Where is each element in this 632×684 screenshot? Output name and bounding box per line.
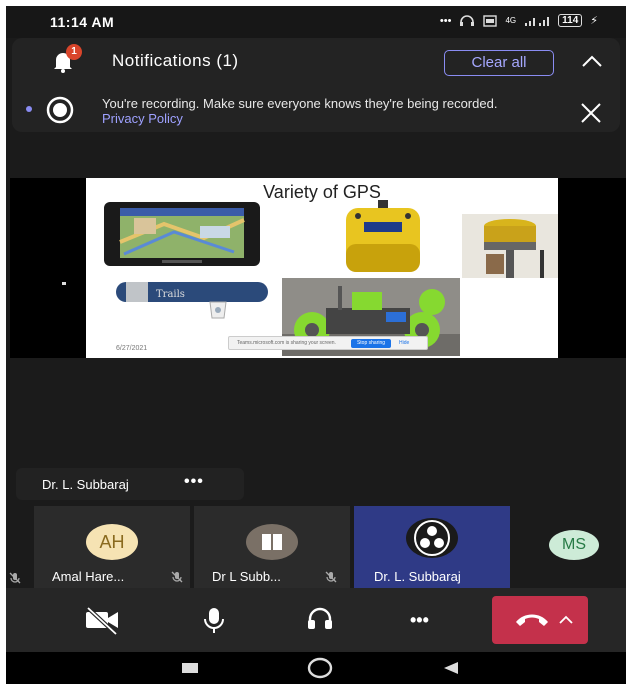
recording-icon — [46, 96, 74, 124]
speaker-icon[interactable] — [304, 604, 336, 636]
avatar: AH — [86, 524, 138, 560]
close-icon[interactable] — [578, 100, 604, 126]
teams-call-screen: 11:14 AM ••• 4G 114 ⚡ 1 Notifications (1… — [6, 6, 626, 684]
notification-badge: 1 — [66, 44, 82, 60]
participant-strip: AH Amal Hare... Dr L Subb... Dr. L. Subb… — [6, 506, 626, 588]
headphones-icon — [460, 14, 475, 26]
participant-name: Amal Hare... — [52, 569, 125, 584]
notifications-title: Notifications (1) — [112, 51, 239, 70]
avatar: MS — [549, 530, 599, 560]
participant-name: Dr. L. Subbaraj — [374, 569, 461, 584]
participant-tile[interactable]: Dr L Subb... — [194, 506, 350, 588]
battery-icon: 114 — [558, 14, 583, 27]
mic-off-icon — [171, 571, 183, 583]
more-options-icon[interactable]: ••• — [184, 473, 204, 491]
share-notice: Teams.microsoft.com is sharing your scre… — [237, 340, 336, 346]
dots-icon: ••• — [439, 14, 452, 27]
more-options-icon[interactable]: ••• — [410, 604, 429, 636]
presenter-label[interactable]: Dr. L. Subbaraj ••• — [16, 468, 244, 500]
notifications-header: 1 Notifications (1) Clear all — [12, 38, 620, 82]
volte-icon — [483, 14, 498, 27]
presentation-slide: Variety of GPS Trails Teams.microsoft.co… — [86, 178, 558, 358]
microphone-icon[interactable] — [198, 604, 230, 636]
chevron-up-icon[interactable] — [580, 53, 604, 69]
status-bar: 11:14 AM ••• 4G 114 ⚡ — [6, 6, 626, 38]
back-button-icon[interactable] — [440, 660, 462, 676]
screen-share-bar: Teams.microsoft.com is sharing your scre… — [228, 336, 428, 350]
stop-sharing-button[interactable]: Stop sharing — [351, 339, 391, 348]
phone-hangup-icon — [516, 614, 548, 626]
slide-date: 6/27/2021 — [116, 345, 148, 352]
recording-message: You're recording. Make sure everyone kno… — [102, 96, 498, 111]
network-type: 4G — [505, 16, 517, 25]
avatar — [246, 524, 298, 560]
unread-indicator — [26, 106, 32, 112]
obs-logo-icon — [414, 520, 450, 556]
avatar — [406, 518, 458, 558]
car-gps-image — [104, 202, 260, 266]
recents-button-icon[interactable] — [180, 661, 200, 675]
svg-text:Trails: Trails — [156, 289, 185, 300]
participant-tile-active-speaker[interactable]: Dr. L. Subbaraj — [354, 506, 510, 588]
signal-icon — [525, 16, 550, 26]
call-controls: ••• — [6, 588, 626, 652]
participant-tile[interactable]: MS — [514, 506, 626, 588]
avatar-photo — [262, 534, 282, 550]
chevron-up-icon[interactable] — [558, 614, 574, 626]
slide-title: Variety of GPS — [263, 182, 381, 202]
hide-button[interactable]: Hide — [399, 340, 409, 346]
avatar-initials: MS — [562, 536, 586, 553]
mic-off-icon — [325, 571, 337, 583]
clear-all-button[interactable]: Clear all — [444, 50, 554, 76]
charging-icon: ⚡ — [590, 15, 598, 27]
notifications-panel: 1 Notifications (1) Clear all You're rec… — [12, 38, 620, 132]
status-icons: ••• 4G 114 ⚡ — [440, 14, 598, 27]
avatar-initials: AH — [99, 532, 125, 552]
camera-off-icon[interactable] — [82, 604, 122, 636]
mouse-pointer — [62, 282, 66, 285]
hang-up-button[interactable] — [492, 596, 588, 644]
presenter-name: Dr. L. Subbaraj — [42, 477, 129, 492]
android-navigation-bar — [6, 652, 626, 684]
participant-name: Dr L Subb... — [212, 569, 281, 584]
handheld-gps-image — [346, 200, 420, 272]
recording-notice: You're recording. Make sure everyone kno… — [102, 96, 522, 126]
home-button-icon[interactable] — [306, 657, 334, 679]
shared-screen[interactable]: Variety of GPS Trails Teams.microsoft.co… — [10, 178, 626, 358]
survey-receiver-image — [462, 214, 558, 278]
privacy-policy-link[interactable]: Privacy Policy — [102, 111, 183, 126]
status-time: 11:14 AM — [50, 14, 115, 30]
participant-tile[interactable]: AH Amal Hare... — [34, 506, 190, 588]
mic-off-icon — [9, 572, 21, 584]
gps-collar-image: Trails — [116, 282, 268, 319]
